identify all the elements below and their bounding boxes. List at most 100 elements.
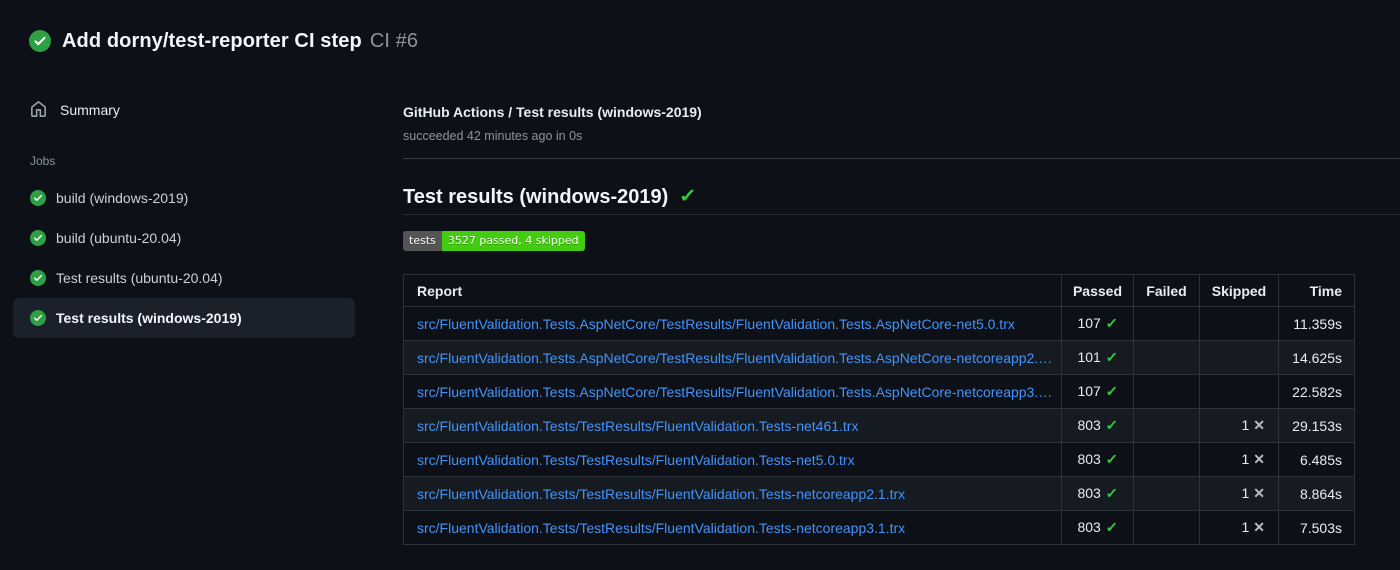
passed-cell: 803 ✓ <box>1061 510 1134 545</box>
run-title-text: Add dorny/test-reporter CI step <box>62 29 362 52</box>
skipped-cell <box>1199 374 1279 409</box>
sidebar-item-summary[interactable]: Summary <box>0 92 403 127</box>
run-title: Add dorny/test-reporter CI step CI #6 <box>62 30 418 53</box>
time-cell: 8.864s <box>1278 476 1355 511</box>
sidebar-item-job-2[interactable]: Test results (ubuntu-20.04) <box>13 258 355 298</box>
passed-cell: 107 ✓ <box>1061 306 1134 341</box>
summary-label: Summary <box>60 101 120 118</box>
job-label: build (ubuntu-20.04) <box>56 230 182 246</box>
passed-cell: 803 ✓ <box>1061 476 1134 511</box>
sidebar-item-job-1[interactable]: build (ubuntu-20.04) <box>13 218 355 258</box>
skipped-count: 1 <box>1241 451 1250 467</box>
check-circle-icon <box>30 270 46 286</box>
jobs-list: build (windows-2019) build (ubuntu-20.04)… <box>0 178 403 338</box>
jobs-section-label: Jobs <box>30 154 56 168</box>
home-icon <box>31 101 46 117</box>
failed-cell <box>1133 510 1200 545</box>
table-row: src/FluentValidation.Tests.AspNetCore/Te… <box>403 306 1355 341</box>
test-results-table: Report Passed Failed Skipped Time src/Fluent… <box>403 274 1355 545</box>
column-header-time: Time <box>1278 274 1355 307</box>
report-link[interactable]: src/FluentValidation.Tests.AspNetCore/Te… <box>417 316 1015 332</box>
check-icon: ✓ <box>1105 383 1119 399</box>
failed-cell <box>1133 442 1200 477</box>
check-icon: ✓ <box>679 186 698 207</box>
table-row: src/FluentValidation.Tests/TestResults/F… <box>403 476 1355 511</box>
column-header-passed: Passed <box>1061 274 1134 307</box>
table-row: src/FluentValidation.Tests.AspNetCore/Te… <box>403 374 1355 409</box>
report-link[interactable]: src/FluentValidation.Tests/TestResults/F… <box>417 452 855 468</box>
x-icon: ✕ <box>1253 485 1265 501</box>
passed-count: 101 <box>1077 349 1101 365</box>
skipped-count: 1 <box>1241 519 1250 535</box>
time-cell: 29.153s <box>1278 408 1355 443</box>
passed-cell: 803 ✓ <box>1061 408 1134 443</box>
content-layout: Summary Jobs build (windows-2019) build (… <box>0 52 1400 545</box>
report-link[interactable]: src/FluentValidation.Tests/TestResults/F… <box>417 486 905 502</box>
failed-cell <box>1133 306 1200 341</box>
table-header: Report Passed Failed Skipped Time <box>403 274 1355 307</box>
passed-cell: 101 ✓ <box>1061 340 1134 375</box>
check-circle-icon <box>30 310 46 326</box>
tests-badge: tests 3527 passed, 4 skipped <box>403 231 585 251</box>
check-run-status: succeeded 42 minutes ago in 0s <box>403 129 583 143</box>
check-run-title: GitHub Actions / Test results (windows-2… <box>403 104 702 120</box>
passed-cell: 107 ✓ <box>1061 374 1134 409</box>
failed-cell <box>1133 408 1200 443</box>
skipped-cell: 1 ✕ <box>1199 408 1279 443</box>
job-label: Test results (ubuntu-20.04) <box>56 270 223 286</box>
report-link[interactable]: src/FluentValidation.Tests.AspNetCore/Te… <box>417 350 1057 366</box>
x-icon: ✕ <box>1253 417 1265 433</box>
run-number: CI #6 <box>369 29 419 52</box>
sidebar-item-job-0[interactable]: build (windows-2019) <box>13 178 355 218</box>
run-header: Add dorny/test-reporter CI step CI #6 <box>0 0 1400 52</box>
passed-count: 803 <box>1077 485 1101 501</box>
column-header-failed: Failed <box>1133 274 1200 307</box>
passed-count: 803 <box>1077 451 1101 467</box>
x-icon: ✕ <box>1253 519 1265 535</box>
skipped-cell: 1 ✕ <box>1199 476 1279 511</box>
passed-count: 803 <box>1077 519 1101 535</box>
column-header-skipped: Skipped <box>1199 274 1279 307</box>
failed-cell <box>1133 476 1200 511</box>
passed-count: 107 <box>1077 383 1101 399</box>
time-cell: 14.625s <box>1278 340 1355 375</box>
sidebar-item-job-3[interactable]: Test results (windows-2019) <box>13 298 355 338</box>
section-title-text: Test results (windows-2019) <box>403 186 669 208</box>
check-run-header: GitHub Actions / Test results (windows-2… <box>403 52 1400 159</box>
table-row: src/FluentValidation.Tests/TestResults/F… <box>403 442 1355 477</box>
skipped-cell: 1 ✕ <box>1199 510 1279 545</box>
skipped-cell <box>1199 340 1279 375</box>
job-label: Test results (windows-2019) <box>56 310 242 326</box>
time-cell: 7.503s <box>1278 510 1355 545</box>
table-row: src/FluentValidation.Tests/TestResults/F… <box>403 408 1355 443</box>
column-header-report: Report <box>403 274 1062 307</box>
report-link[interactable]: src/FluentValidation.Tests/TestResults/F… <box>417 418 858 434</box>
time-cell: 11.359s <box>1278 306 1355 341</box>
badge-value: 3527 passed, 4 skipped <box>441 231 585 251</box>
job-label: build (windows-2019) <box>56 190 189 206</box>
skipped-count: 1 <box>1241 417 1250 433</box>
skipped-count: 1 <box>1241 485 1250 501</box>
check-icon: ✓ <box>1105 315 1119 331</box>
check-circle-icon <box>29 30 51 52</box>
passed-cell: 803 ✓ <box>1061 442 1134 477</box>
check-icon: ✓ <box>1105 519 1119 535</box>
check-icon: ✓ <box>1105 485 1119 501</box>
time-cell: 22.582s <box>1278 374 1355 409</box>
section-title: Test results (windows-2019) ✓ <box>403 184 1400 210</box>
check-circle-icon <box>30 190 46 206</box>
skipped-cell <box>1199 306 1279 341</box>
table-row: src/FluentValidation.Tests.AspNetCore/Te… <box>403 340 1355 375</box>
passed-count: 107 <box>1077 315 1101 331</box>
report-link[interactable]: src/FluentValidation.Tests/TestResults/F… <box>417 520 905 536</box>
passed-count: 803 <box>1077 417 1101 433</box>
table-row: src/FluentValidation.Tests/TestResults/F… <box>403 510 1355 545</box>
check-circle-icon <box>30 230 46 246</box>
check-icon: ✓ <box>1105 417 1119 433</box>
report-link[interactable]: src/FluentValidation.Tests.AspNetCore/Te… <box>417 384 1057 400</box>
main-panel: GitHub Actions / Test results (windows-2… <box>403 52 1400 545</box>
check-icon: ✓ <box>1105 451 1119 467</box>
x-icon: ✕ <box>1253 451 1265 467</box>
workflow-run-page: Add dorny/test-reporter CI step CI #6 Sum… <box>0 0 1400 545</box>
failed-cell <box>1133 374 1200 409</box>
